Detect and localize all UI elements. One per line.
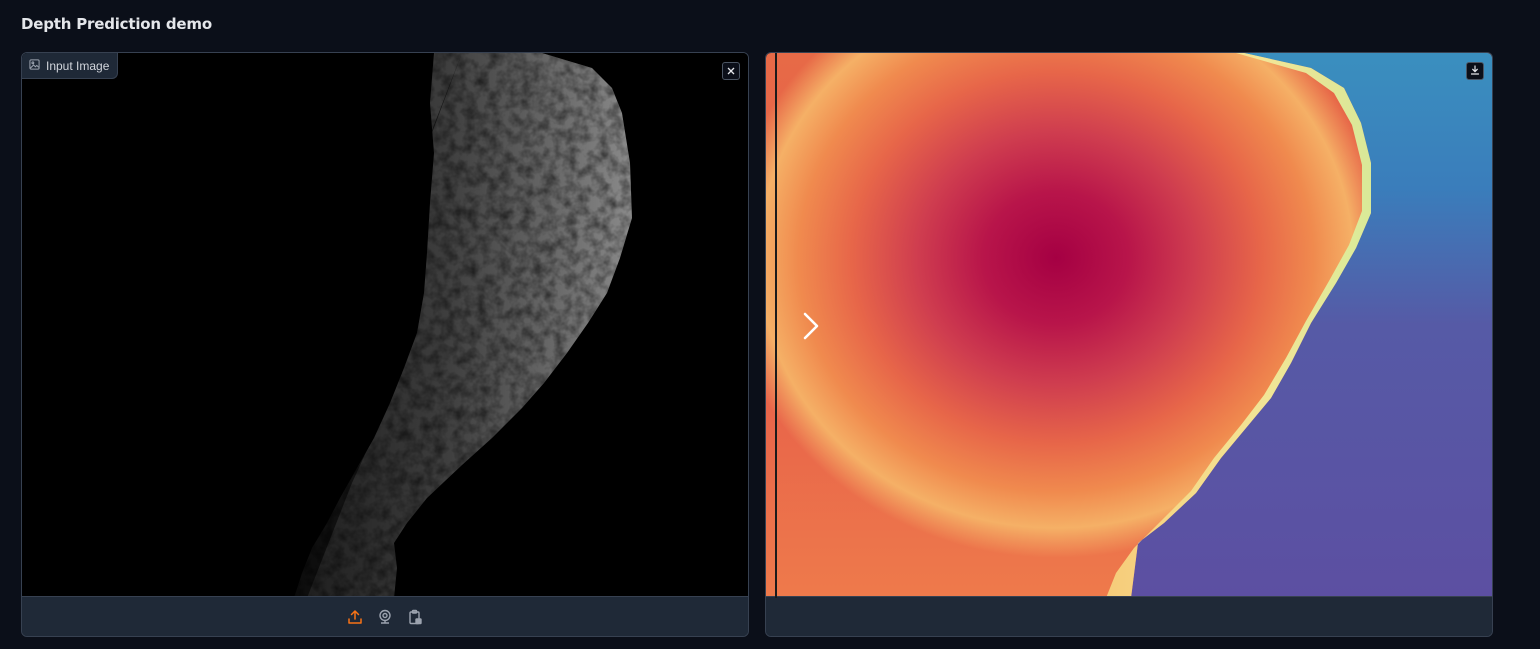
image-icon [29, 58, 40, 73]
depth-background-region [1106, 53, 1492, 598]
input-source-toolbar [22, 596, 748, 636]
clear-image-button[interactable] [722, 62, 740, 80]
output-footer [766, 596, 1492, 636]
close-icon [727, 62, 735, 80]
download-button[interactable] [1466, 62, 1484, 80]
input-image-label-chip: Input Image [22, 53, 119, 79]
clipboard-icon[interactable] [405, 607, 425, 627]
depth-map-image[interactable] [766, 53, 1492, 598]
page-title: Depth Prediction demo [21, 15, 212, 33]
webcam-icon[interactable] [375, 607, 395, 627]
asteroid-image [22, 53, 748, 598]
depth-output-panel [765, 52, 1493, 637]
download-icon [1470, 62, 1480, 80]
comparison-slider-line[interactable] [775, 53, 777, 598]
input-image[interactable] [22, 53, 748, 598]
chevron-right-icon[interactable] [802, 311, 820, 346]
input-image-label: Input Image [46, 58, 110, 73]
input-image-panel: Input Image [21, 52, 749, 637]
upload-icon[interactable] [345, 607, 365, 627]
app-root: Depth Prediction demo Input Image [0, 0, 1540, 649]
